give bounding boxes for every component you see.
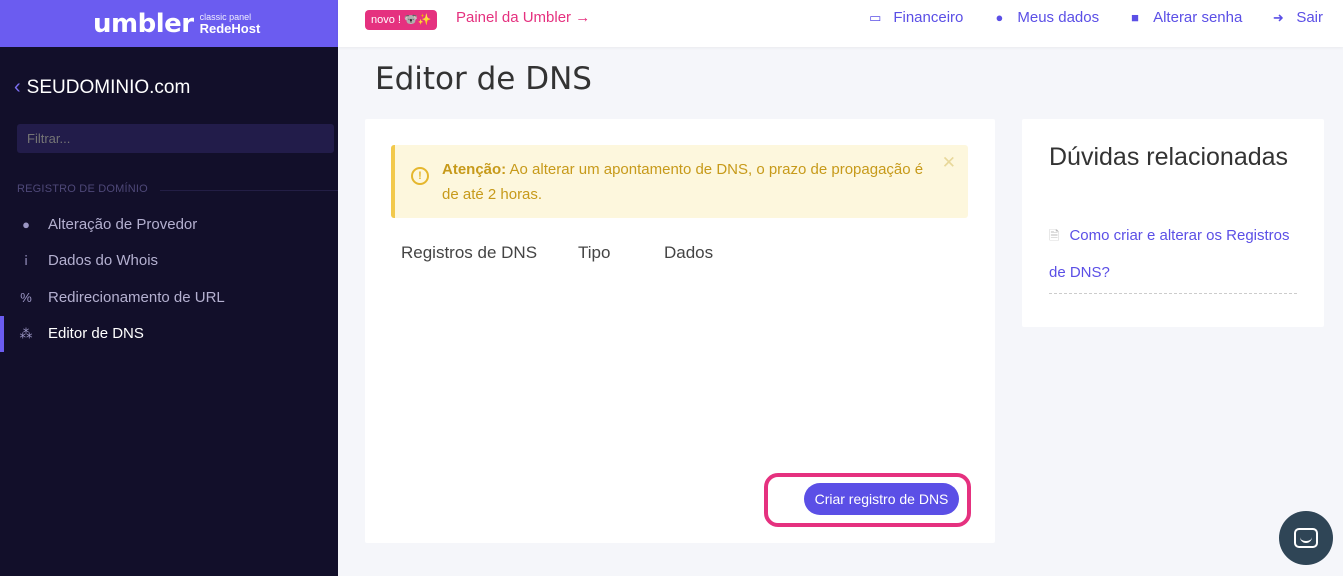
top-link-label: Meus dados (1017, 9, 1100, 26)
new-badge[interactable]: novo ! 🐨✨ (365, 10, 438, 30)
sidebar-item-redirecionamento-url[interactable]: % Redirecionamento de URL (0, 279, 338, 316)
sidebar-item-label: Redirecionamento de URL (48, 288, 225, 306)
section-divider (160, 190, 338, 191)
logo-sub-small: classic panel (199, 11, 252, 22)
column-header-registros: Registros de DNS (401, 243, 538, 262)
chevron-left-icon[interactable]: ‹ (14, 76, 21, 99)
alert-body: Ao alterar um apontamento de DNS, o praz… (442, 161, 924, 203)
sidebar: umbler classic panel RedeHost ‹ SEUDOMIN… (0, 0, 338, 576)
create-dns-record-button[interactable]: Criar registro de DNS (804, 483, 959, 515)
top-link-label: Alterar senha (1153, 9, 1243, 26)
chat-launcher[interactable] (1279, 511, 1333, 565)
sidebar-item-label: Alteração de Provedor (48, 215, 198, 233)
sair-link[interactable]: ➜ Sair (1270, 9, 1323, 26)
globe-icon: ● (22, 216, 30, 232)
sitemap-icon: ⁂ (19, 325, 33, 341)
related-link-text[interactable]: Como criar e alterar os Registros de DNS… (1049, 227, 1290, 281)
sidebar-item-alteracao-provedor[interactable]: ● Alteração de Provedor (0, 206, 338, 243)
sign-out-icon: ➜ (1272, 9, 1284, 25)
user-icon: ● (995, 10, 1004, 25)
dns-table-header: Registros de DNS Tipo Dados (401, 243, 713, 263)
alert-title: Atenção: (442, 161, 507, 178)
related-link[interactable]: 🗎 Como criar e alterar os Registros de DN… (1049, 217, 1297, 294)
filter-input[interactable] (17, 124, 334, 153)
logo-text: umbler (93, 8, 194, 39)
exclamation-circle-icon: ! (411, 167, 429, 185)
sidebar-item-label: Dados do Whois (48, 252, 159, 270)
alterar-senha-link[interactable]: ■ Alterar senha (1127, 9, 1242, 26)
warning-alert: ! Atenção: Ao alterar um apontamento de … (391, 145, 968, 218)
page-title: Editor de DNS (375, 61, 592, 97)
top-links: ▭ Financeiro ● Meus dados ■ Alterar senh… (867, 9, 1323, 26)
top-link-label: Financeiro (893, 9, 964, 26)
related-card: Dúvidas relacionadas 🗎 Como criar e alter… (1022, 119, 1324, 327)
domain-header[interactable]: ‹ SEUDOMINIO.com (14, 76, 190, 99)
info-icon: ⅰ (24, 252, 28, 268)
financeiro-link[interactable]: ▭ Financeiro (867, 9, 963, 26)
logo-subtitle: classic panel RedeHost (199, 11, 261, 36)
sidebar-nav: ● Alteração de Provedor ⅰ Dados do Whois… (0, 206, 338, 352)
alert-message: Atenção: Ao alterar um apontamento de DN… (442, 157, 942, 207)
chat-bubble-icon (1294, 528, 1318, 548)
top-bar: novo ! 🐨✨ Painel da Umbler → ▭ Financeir… (338, 0, 1343, 47)
link-icon: % (20, 289, 32, 305)
meus-dados-link[interactable]: ● Meus dados (991, 9, 1099, 26)
sidebar-item-dados-whois[interactable]: ⅰ Dados do Whois (0, 243, 338, 280)
document-icon: 🗎 (1049, 228, 1060, 243)
column-header-dados: Dados (664, 243, 714, 262)
section-label: REGISTRO DE DOMÍNIO (17, 183, 148, 195)
dns-card: ! Atenção: Ao alterar um apontamento de … (365, 119, 995, 543)
lock-icon: ■ (1131, 10, 1140, 25)
sidebar-item-editor-dns[interactable]: ⁂ Editor de DNS (0, 315, 338, 353)
domain-name: SEUDOMINIO.com (26, 76, 191, 98)
top-link-label: Sair (1296, 9, 1323, 26)
credit-card-icon: ▭ (869, 9, 882, 25)
logo-sub-big: RedeHost (199, 20, 261, 36)
related-title: Dúvidas relacionadas (1049, 143, 1289, 171)
sidebar-item-label: Editor de DNS (48, 325, 144, 343)
logo[interactable]: umbler classic panel RedeHost (0, 0, 338, 47)
painel-umbler-link[interactable]: Painel da Umbler → (456, 9, 590, 26)
close-icon[interactable]: ✕ (942, 153, 956, 173)
column-header-tipo: Tipo (578, 243, 611, 262)
